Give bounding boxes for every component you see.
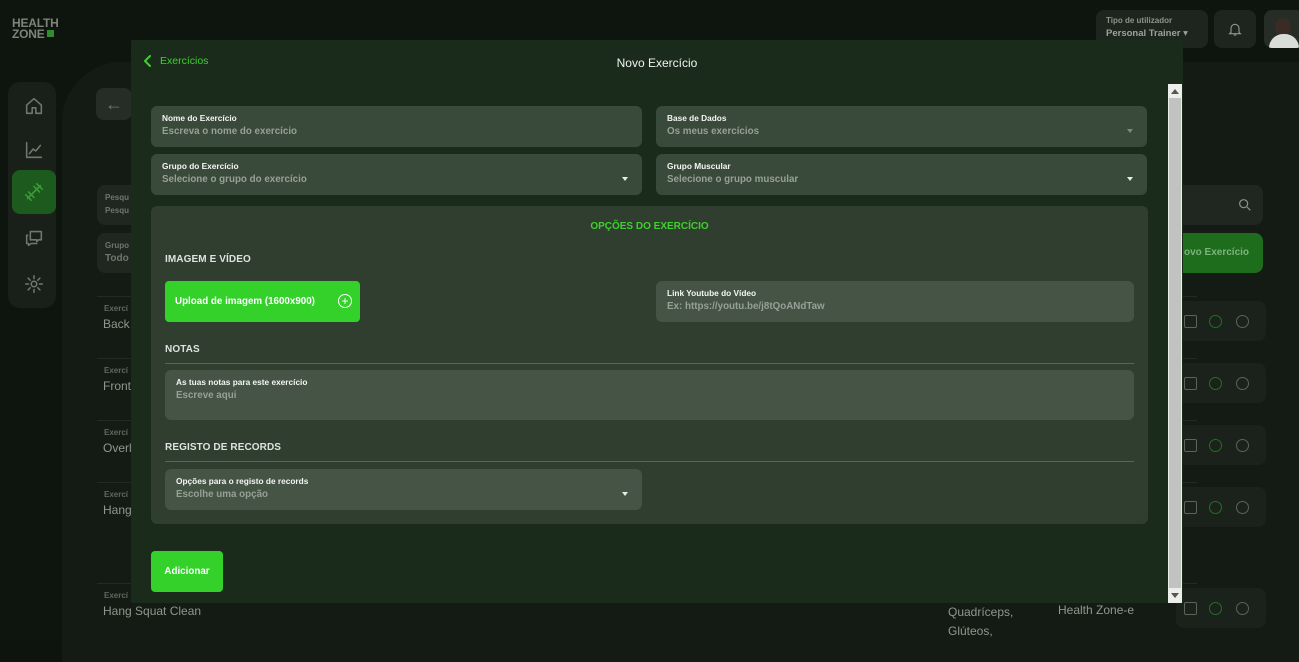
chat-icon[interactable] (12, 216, 56, 260)
info-icon (1236, 377, 1249, 390)
notification-bell-icon[interactable] (1214, 10, 1256, 48)
plus-circle-icon: + (338, 294, 352, 308)
row-actions[interactable] (1176, 363, 1266, 403)
info-icon (1236, 602, 1249, 615)
row-actions[interactable] (1176, 588, 1266, 628)
row-actions[interactable] (1176, 487, 1266, 527)
copy-icon (1184, 439, 1197, 452)
image-video-heading: IMAGEM E VÍDEO (165, 254, 251, 265)
database-select[interactable]: Base de Dados Os meus exercícios (656, 106, 1147, 147)
notes-field[interactable]: As tuas notas para este exercício Escrev… (165, 370, 1134, 420)
upload-image-label: Upload de imagem (1600x900) (175, 296, 315, 307)
records-options-value: Escolhe uma opção (176, 489, 269, 500)
info-icon (1236, 439, 1249, 452)
options-title: OPÇÕES DO EXERCÍCIO (590, 221, 709, 232)
youtube-link-input[interactable]: Ex: https://youtu.be/j8tQoANdTaw (667, 301, 1123, 312)
sidebar (8, 82, 56, 308)
user-type-value: Personal Trainer ▾ (1106, 28, 1188, 39)
search-icon[interactable] (1182, 185, 1263, 225)
add-button[interactable]: Adicionar (151, 551, 223, 592)
database-label: Base de Dados (667, 113, 727, 123)
info-icon (1236, 501, 1249, 514)
muscle-group-label: Grupo Muscular (667, 161, 731, 171)
gear-icon[interactable] (12, 262, 56, 306)
exercise-group-label: Grupo do Exercício (162, 161, 239, 171)
modal-title: Novo Exercício (616, 56, 698, 70)
muscle-group-select[interactable]: Grupo Muscular Selecione o grupo muscula… (656, 154, 1147, 195)
divider (165, 363, 1134, 364)
exercise-name-input[interactable]: Escreva o nome do exercício (162, 126, 631, 137)
play-icon (1209, 377, 1222, 390)
scroll-up-arrow-icon[interactable] (1171, 89, 1179, 94)
records-heading: REGISTO DE RECORDS (165, 442, 282, 453)
copy-icon (1184, 377, 1197, 390)
exercise-options-panel: OPÇÕES DO EXERCÍCIO IMAGEM E VÍDEO Uploa… (151, 206, 1148, 524)
exercise-name-label: Nome do Exercício (162, 113, 237, 123)
avatar[interactable] (1264, 10, 1299, 48)
exercise-group-select[interactable]: Grupo do Exercício Selecione o grupo do … (151, 154, 642, 195)
exercise-group-value: Selecione o grupo do exercício (162, 174, 307, 185)
upload-image-button[interactable]: Upload de imagem (1600x900) + (165, 281, 360, 322)
divider (165, 461, 1134, 462)
notes-heading: NOTAS (165, 344, 200, 355)
dumbbell-icon[interactable] (12, 170, 56, 214)
records-options-select[interactable]: Opções para o registo de records Escolhe… (165, 469, 642, 510)
caret-down-icon (622, 177, 628, 181)
database-value: Os meus exercícios (667, 126, 760, 137)
play-icon (1209, 602, 1222, 615)
youtube-link-label: Link Youtube do Vídeo (667, 288, 757, 298)
row-source: Health Zone-e (1058, 603, 1135, 617)
user-type-label: Tipo de utilizador (1106, 16, 1173, 25)
copy-icon (1184, 602, 1197, 615)
info-icon (1236, 315, 1249, 328)
health-zone-logo: HEALTH ZONE (12, 17, 59, 41)
new-exercise-modal: Exercícios Novo Exercício Nome do Exercí… (131, 40, 1183, 603)
play-icon (1209, 439, 1222, 452)
home-icon[interactable] (12, 84, 56, 128)
caret-down-icon (1127, 177, 1133, 181)
play-icon (1209, 501, 1222, 514)
copy-icon (1184, 315, 1197, 328)
chart-icon[interactable] (12, 128, 56, 172)
row-categories: Quadríceps, Glúteos, (948, 605, 1014, 638)
notes-label: As tuas notas para este exercício (176, 377, 308, 387)
caret-down-icon (622, 492, 628, 496)
caret-down-icon (1127, 129, 1133, 133)
scroll-down-arrow-icon[interactable] (1171, 593, 1179, 598)
arrow-left-icon[interactable]: ← (96, 88, 132, 120)
new-exercise-button-bg[interactable]: ovo Exercício (1182, 233, 1263, 273)
youtube-link-field[interactable]: Link Youtube do Vídeo Ex: https://youtu.… (656, 281, 1134, 322)
play-icon (1209, 315, 1222, 328)
notes-textarea[interactable]: Escreve aqui (176, 390, 1123, 401)
records-options-label: Opções para o registo de records (176, 476, 309, 486)
exercise-name-field[interactable]: Nome do Exercício Escreva o nome do exer… (151, 106, 642, 147)
modal-scrollbar[interactable] (1168, 84, 1182, 603)
copy-icon (1184, 501, 1197, 514)
logo-line2: ZONE (12, 27, 45, 41)
row-actions[interactable] (1176, 425, 1266, 465)
row-actions[interactable] (1176, 301, 1266, 341)
scrollbar-thumb[interactable] (1169, 98, 1181, 588)
muscle-group-value: Selecione o grupo muscular (667, 174, 799, 185)
